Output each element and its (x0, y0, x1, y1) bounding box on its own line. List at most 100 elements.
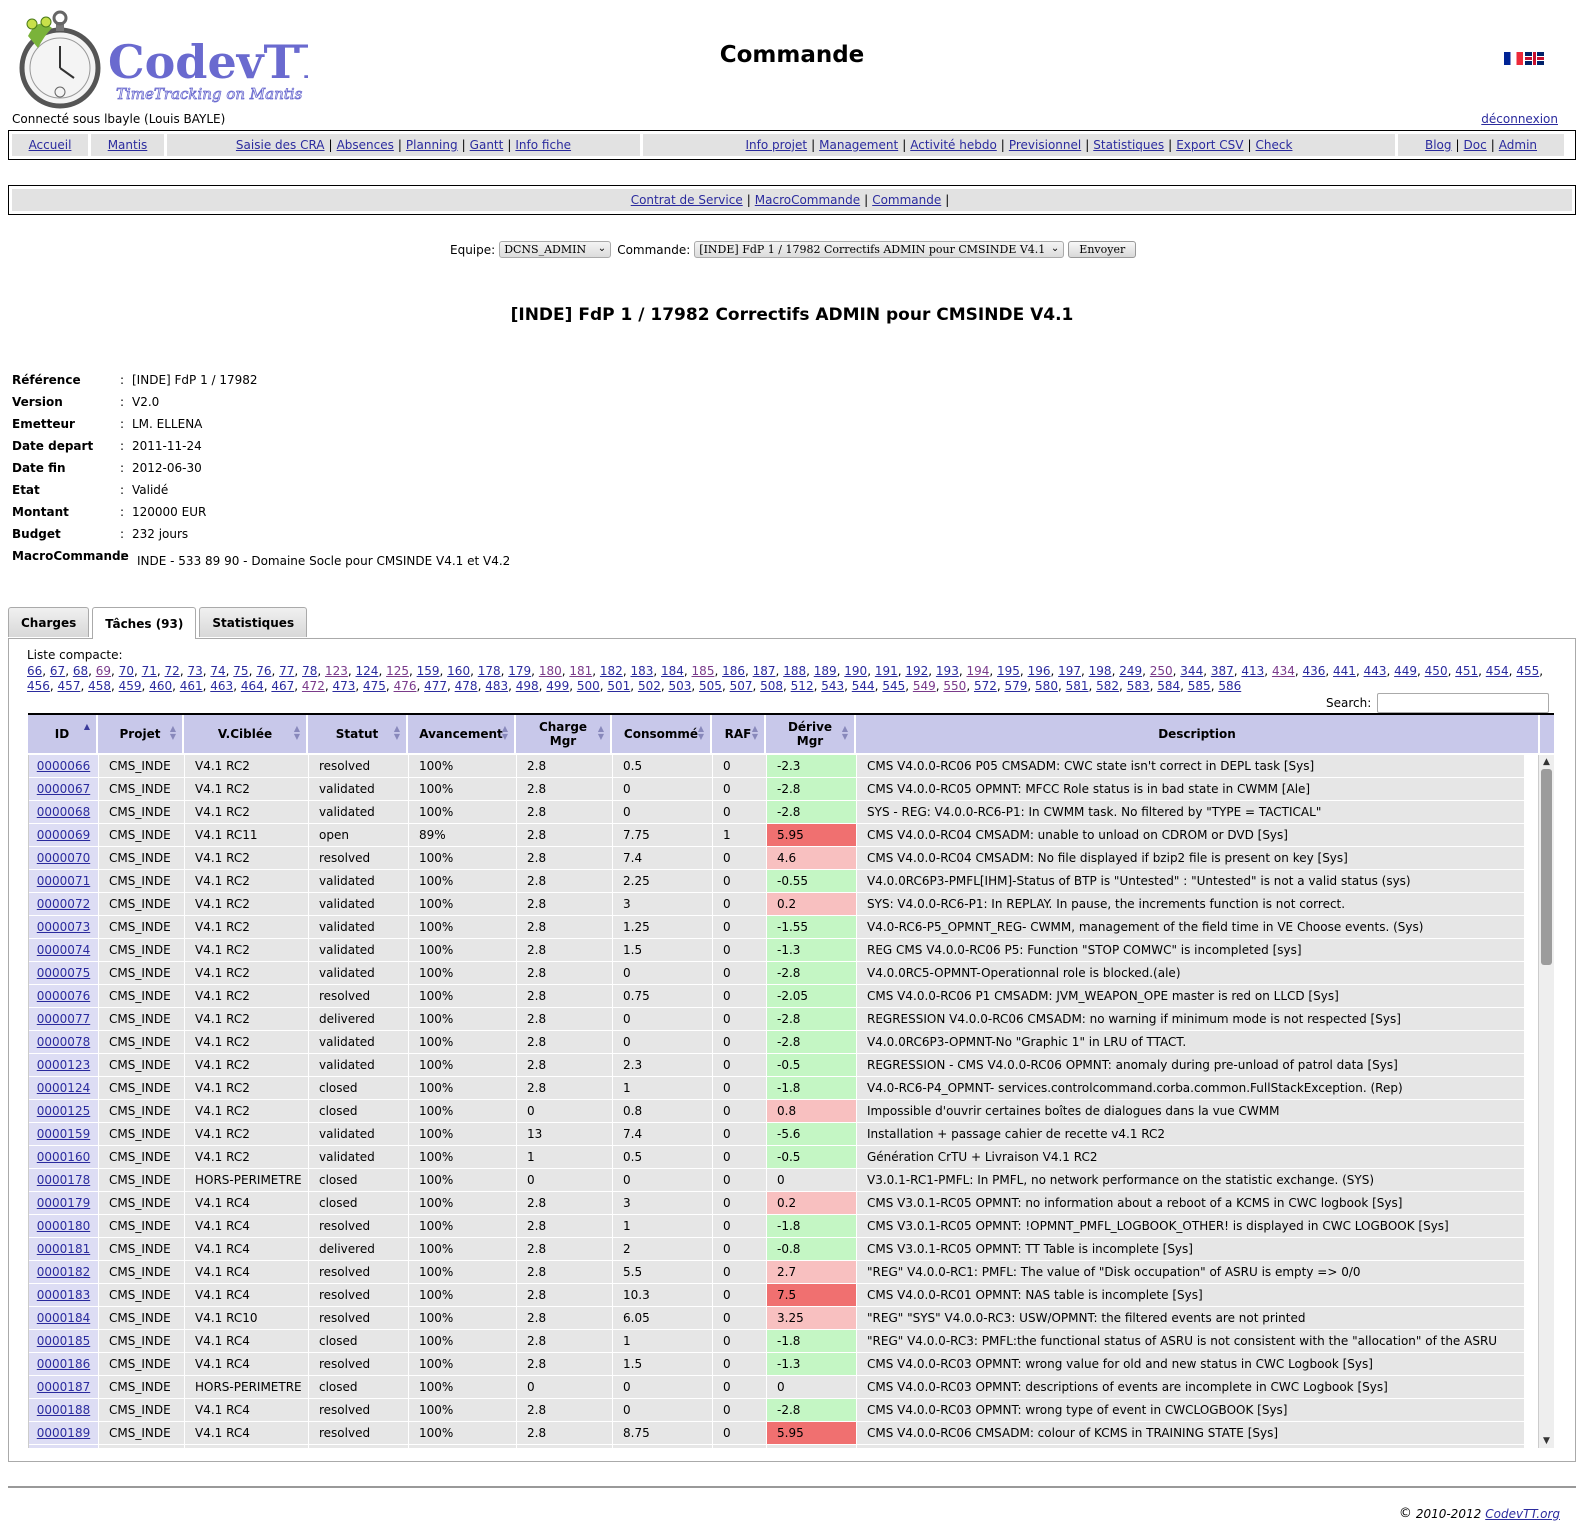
compact-task-link[interactable]: 192 (905, 664, 928, 678)
task-id-link[interactable]: 0000187 (37, 1380, 90, 1394)
menu-blog-link[interactable]: Blog (1425, 138, 1452, 152)
task-id-link[interactable]: 0000184 (37, 1311, 90, 1325)
compact-task-link[interactable]: 456 (27, 679, 50, 693)
task-id-link[interactable]: 0000075 (37, 966, 90, 980)
compact-task-link[interactable]: 77 (279, 664, 294, 678)
compact-task-link[interactable]: 449 (1394, 664, 1417, 678)
menu-home-link[interactable]: Accueil (29, 138, 72, 152)
compact-task-link[interactable]: 160 (447, 664, 470, 678)
compact-task-link[interactable]: 184 (661, 664, 684, 678)
menu-gantt-link[interactable]: Gantt (470, 138, 504, 152)
task-id-link[interactable]: 0000072 (37, 897, 90, 911)
task-id-link[interactable]: 0000074 (37, 943, 90, 957)
compact-task-link[interactable]: 436 (1302, 664, 1325, 678)
compact-task-link[interactable]: 443 (1364, 664, 1387, 678)
task-id-link[interactable]: 0000178 (37, 1173, 90, 1187)
column-header-charge[interactable]: Charge Mgr ▲ ▼ (516, 715, 612, 753)
compact-task-link[interactable]: 189 (814, 664, 837, 678)
submenu-commande-link[interactable]: Commande (872, 193, 941, 207)
compact-task-link[interactable]: 502 (638, 679, 661, 693)
compact-task-link[interactable]: 545 (882, 679, 905, 693)
compact-task-link[interactable]: 66 (27, 664, 42, 678)
menu-statistiques-link[interactable]: Statistiques (1093, 138, 1164, 152)
task-id-link[interactable]: 0000186 (37, 1357, 90, 1371)
compact-task-link[interactable]: 454 (1486, 664, 1509, 678)
task-id-link[interactable]: 0000073 (37, 920, 90, 934)
compact-task-link[interactable]: 483 (485, 679, 508, 693)
task-id-link[interactable]: 0000067 (37, 782, 90, 796)
compact-task-link[interactable]: 78 (302, 664, 317, 678)
compact-task-link[interactable]: 249 (1119, 664, 1142, 678)
compact-task-link[interactable]: 197 (1058, 664, 1081, 678)
flag-fr-icon[interactable] (1504, 52, 1523, 65)
compact-task-link[interactable]: 583 (1127, 679, 1150, 693)
compact-task-link[interactable]: 344 (1180, 664, 1203, 678)
search-input[interactable] (1377, 693, 1550, 713)
compact-task-link[interactable]: 586 (1218, 679, 1241, 693)
compact-task-link[interactable]: 572 (974, 679, 997, 693)
compact-task-link[interactable]: 579 (1005, 679, 1028, 693)
compact-task-link[interactable]: 196 (1028, 664, 1051, 678)
task-id-link[interactable]: 0000189 (37, 1426, 90, 1440)
compact-task-link[interactable]: 159 (417, 664, 440, 678)
compact-task-link[interactable]: 194 (966, 664, 989, 678)
compact-task-link[interactable]: 413 (1241, 664, 1264, 678)
compact-task-link[interactable]: 512 (791, 679, 814, 693)
task-id-link[interactable]: 0000179 (37, 1196, 90, 1210)
compact-task-link[interactable]: 451 (1455, 664, 1478, 678)
task-id-link[interactable]: 0000182 (37, 1265, 90, 1279)
column-header-description[interactable]: Description (856, 715, 1540, 753)
compact-task-link[interactable]: 125 (386, 664, 409, 678)
compact-task-link[interactable]: 505 (699, 679, 722, 693)
menu-previsionnel-link[interactable]: Previsionnel (1009, 138, 1081, 152)
task-id-link[interactable]: 0000159 (37, 1127, 90, 1141)
compact-task-link[interactable]: 69 (96, 664, 111, 678)
compact-task-link[interactable]: 498 (516, 679, 539, 693)
compact-task-link[interactable]: 188 (783, 664, 806, 678)
menu-doc-link[interactable]: Doc (1464, 138, 1487, 152)
column-header-target-version[interactable]: V.Ciblée ▲ ▼ (184, 715, 308, 753)
menu-check-link[interactable]: Check (1256, 138, 1293, 152)
compact-task-link[interactable]: 508 (760, 679, 783, 693)
menu-exportcsv-link[interactable]: Export CSV (1176, 138, 1243, 152)
task-id-link[interactable]: 0000180 (37, 1219, 90, 1233)
compact-task-link[interactable]: 585 (1188, 679, 1211, 693)
compact-task-link[interactable]: 190 (844, 664, 867, 678)
menu-cra-link[interactable]: Saisie des CRA (236, 138, 325, 152)
compact-task-link[interactable]: 582 (1096, 679, 1119, 693)
command-select[interactable]: [INDE] FdP 1 / 17982 Correctifs ADMIN po… (694, 241, 1065, 258)
compact-task-link[interactable]: 581 (1066, 679, 1089, 693)
compact-task-link[interactable]: 183 (630, 664, 653, 678)
column-header-consumed[interactable]: Consommé ▲ ▼ (612, 715, 712, 753)
compact-task-link[interactable]: 182 (600, 664, 623, 678)
compact-task-link[interactable]: 434 (1272, 664, 1295, 678)
task-id-link[interactable]: 0000183 (37, 1288, 90, 1302)
menu-infofiche-link[interactable]: Info fiche (515, 138, 571, 152)
compact-task-link[interactable]: 458 (88, 679, 111, 693)
compact-task-link[interactable]: 455 (1516, 664, 1539, 678)
compact-task-link[interactable]: 500 (577, 679, 600, 693)
task-id-link[interactable]: 0000185 (37, 1334, 90, 1348)
compact-task-link[interactable]: 441 (1333, 664, 1356, 678)
column-header-drift[interactable]: Dérive Mgr ▲ ▼ (766, 715, 856, 753)
compact-task-link[interactable]: 180 (539, 664, 562, 678)
compact-task-link[interactable]: 68 (73, 664, 88, 678)
menu-mantis-link[interactable]: Mantis (108, 138, 148, 152)
compact-task-link[interactable]: 507 (730, 679, 753, 693)
compact-task-link[interactable]: 549 (913, 679, 936, 693)
compact-task-link[interactable]: 584 (1157, 679, 1180, 693)
compact-task-link[interactable]: 70 (119, 664, 134, 678)
menu-activite-link[interactable]: Activité hebdo (910, 138, 997, 152)
compact-task-link[interactable]: 464 (241, 679, 264, 693)
compact-task-link[interactable]: 499 (546, 679, 569, 693)
compact-task-link[interactable]: 198 (1089, 664, 1112, 678)
compact-task-link[interactable]: 478 (455, 679, 478, 693)
compact-task-link[interactable]: 580 (1035, 679, 1058, 693)
column-header-status[interactable]: Statut ▲ ▼ (308, 715, 408, 753)
menu-planning-link[interactable]: Planning (406, 138, 458, 152)
logout-link[interactable]: déconnexion (1481, 112, 1558, 126)
compact-task-link[interactable]: 467 (271, 679, 294, 693)
submenu-macrocommande-link[interactable]: MacroCommande (755, 193, 860, 207)
compact-task-link[interactable]: 74 (210, 664, 225, 678)
compact-task-link[interactable]: 67 (50, 664, 65, 678)
